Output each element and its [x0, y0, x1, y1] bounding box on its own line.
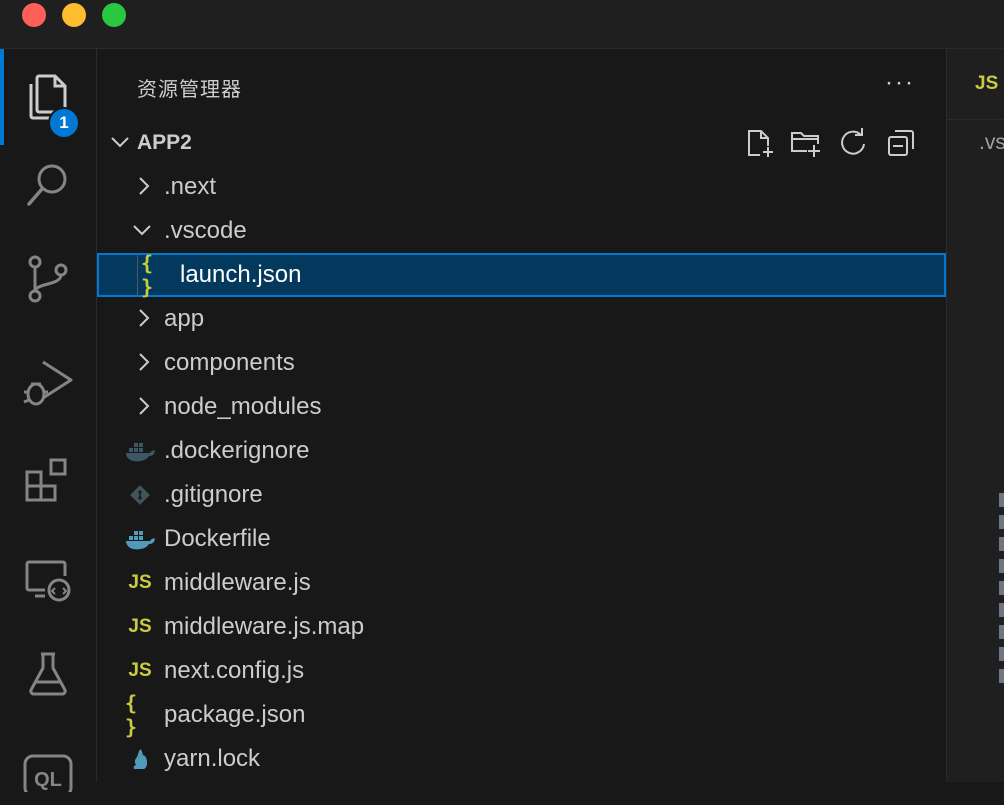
- title-bar: [0, 0, 1004, 49]
- tree-item-file[interactable]: JS middleware.js.map: [97, 605, 946, 649]
- maximize-window-button[interactable]: [102, 3, 126, 27]
- json-file-icon: { }: [141, 251, 154, 299]
- tree-item-label: app: [164, 305, 205, 332]
- flask-icon: [29, 652, 67, 696]
- activity-search[interactable]: [0, 145, 96, 225]
- yarn-icon: [125, 745, 155, 773]
- refresh-icon: [841, 128, 865, 155]
- tree-item-folder[interactable]: node_modules: [97, 385, 946, 429]
- close-window-button[interactable]: [22, 3, 46, 27]
- new-folder-icon: [791, 132, 820, 157]
- js-file-icon: JS: [128, 660, 152, 681]
- tree-item-file[interactable]: yarn.lock: [97, 737, 946, 781]
- tree-item-file[interactable]: .gitignore: [97, 473, 946, 517]
- activity-extensions[interactable]: [0, 441, 96, 521]
- line-number: [999, 603, 1004, 617]
- tree-item-file[interactable]: .dockerignore: [97, 429, 946, 473]
- remote-explorer-icon: [25, 560, 71, 602]
- breadcrumb[interactable]: .vs: [979, 131, 1004, 155]
- line-number: [999, 515, 1004, 529]
- activity-remote-explorer[interactable]: [0, 539, 96, 619]
- js-file-icon: JS: [128, 616, 152, 637]
- chevron-right-icon: [139, 353, 150, 371]
- line-number: [999, 669, 1004, 683]
- minimize-window-button[interactable]: [62, 3, 86, 27]
- tree-item-label: .gitignore: [164, 481, 263, 508]
- js-file-icon: JS: [128, 572, 152, 593]
- activity-bar: 1 QL: [0, 49, 97, 792]
- tree-item-label: .next: [164, 173, 217, 200]
- docker-icon: [125, 525, 155, 553]
- tree-item-folder[interactable]: components: [97, 341, 946, 385]
- tree-item-file-selected[interactable]: { } launch.json: [97, 251, 946, 299]
- tree-item-file[interactable]: JS next.config.js: [97, 649, 946, 693]
- activity-sql[interactable]: QL: [0, 725, 96, 805]
- explorer-badge: 1: [48, 107, 80, 139]
- chevron-right-icon: [139, 177, 150, 195]
- line-number: [999, 625, 1004, 639]
- tree-item-label: components: [164, 349, 295, 376]
- tree-item-file[interactable]: Dockerfile: [97, 517, 946, 561]
- indent-guide: [137, 253, 138, 297]
- workspace-root-label: APP2: [137, 131, 192, 154]
- editor-area: JS .vs: [947, 49, 1004, 782]
- activity-explorer[interactable]: 1: [0, 57, 96, 139]
- tree-item-label: .dockerignore: [164, 437, 310, 464]
- new-file-icon: [748, 130, 773, 157]
- chevron-right-icon: [139, 309, 150, 327]
- new-folder-button[interactable]: [787, 125, 823, 161]
- explorer-sidebar: 资源管理器 ··· APP2 .next .vscode {} launch.…: [97, 49, 947, 782]
- search-icon: [27, 164, 67, 206]
- json-file-icon: { }: [125, 691, 138, 739]
- js-file-icon: JS: [975, 73, 999, 94]
- tree-item-label: next.config.js: [164, 657, 305, 684]
- more-actions-button[interactable]: ···: [885, 69, 915, 97]
- ql-icon: QL: [23, 754, 73, 792]
- docker-icon: [125, 437, 155, 465]
- source-control-icon: [28, 255, 68, 303]
- tree-item-label: middleware.js.map: [164, 613, 365, 640]
- activity-testing[interactable]: [0, 635, 96, 715]
- explorer-title: 资源管理器: [137, 79, 242, 101]
- editor-tab[interactable]: JS: [947, 49, 1004, 120]
- svg-text:QL: QL: [34, 769, 62, 791]
- tree-item-label: node_modules: [164, 393, 322, 420]
- tree-item-label: yarn.lock: [164, 745, 261, 772]
- line-number: [999, 647, 1004, 661]
- git-icon: [125, 481, 155, 509]
- tree-item-file[interactable]: JS middleware.js: [97, 561, 946, 605]
- tree-item-label: package.json: [164, 701, 306, 728]
- tree-item-label: Dockerfile: [164, 525, 271, 552]
- new-file-button[interactable]: [741, 125, 777, 161]
- tree-item-label: middleware.js: [164, 569, 311, 596]
- activity-run-debug[interactable]: [0, 343, 96, 423]
- line-number: [999, 581, 1004, 595]
- chevron-down-icon: [111, 137, 129, 148]
- collapse-all-icon: [888, 130, 914, 156]
- workspace-root[interactable]: APP2: [97, 121, 946, 165]
- tree-item-file[interactable]: { } package.json: [97, 691, 946, 739]
- line-number: [999, 559, 1004, 573]
- chevron-right-icon: [139, 397, 150, 415]
- tree-item-folder[interactable]: .vscode: [97, 209, 946, 253]
- collapse-all-button[interactable]: [883, 125, 919, 161]
- chevron-down-icon: [133, 225, 151, 236]
- tree-item-folder[interactable]: .next: [97, 165, 946, 209]
- line-number: [999, 493, 1004, 507]
- tree-item-label: launch.json: [180, 261, 302, 288]
- tree-item-folder[interactable]: app: [97, 297, 946, 341]
- extensions-icon: [25, 458, 67, 502]
- run-debug-icon: [23, 360, 73, 406]
- tree-item-label: .vscode: [164, 217, 247, 244]
- line-number: [999, 537, 1004, 551]
- refresh-button[interactable]: [835, 125, 871, 161]
- activity-source-control[interactable]: [0, 239, 96, 319]
